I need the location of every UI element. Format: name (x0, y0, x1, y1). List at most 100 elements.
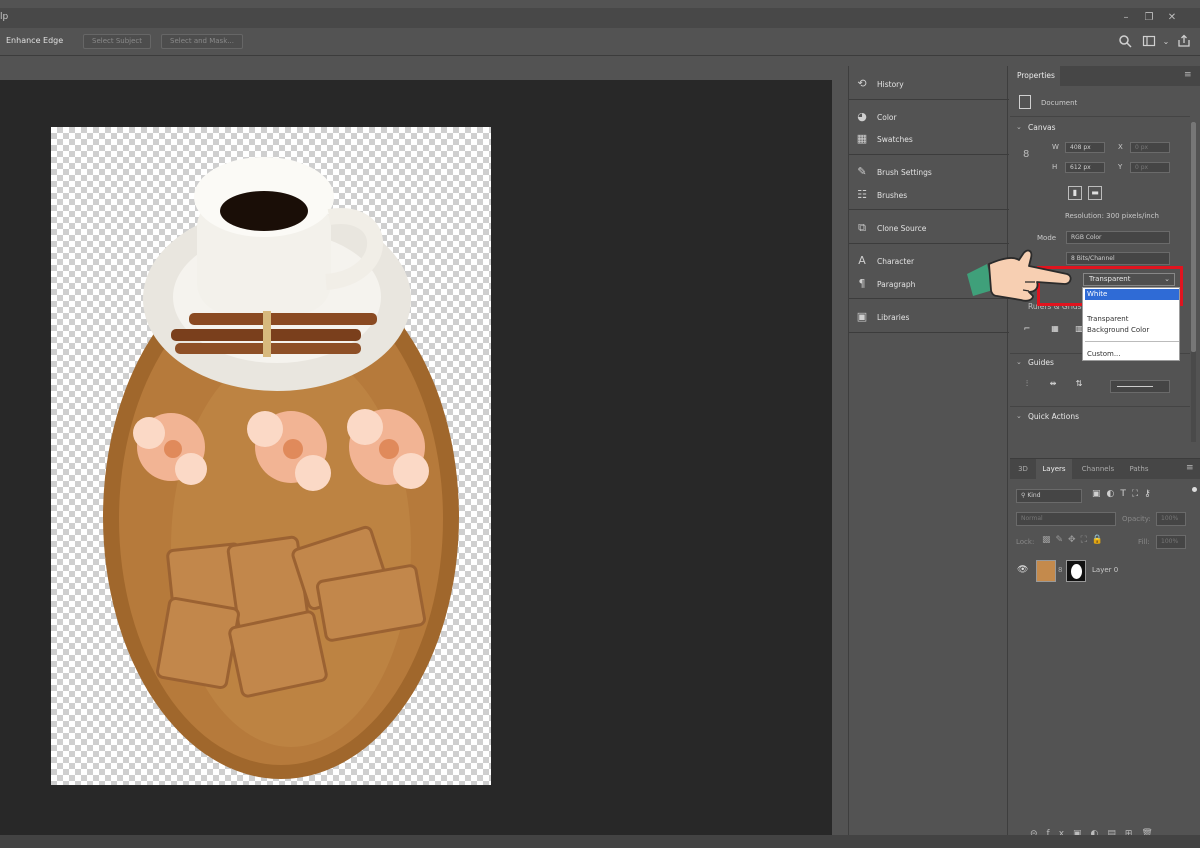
link-icon[interactable]: 8 (1023, 149, 1029, 160)
properties-scrollbar[interactable] (1191, 122, 1196, 442)
dock-item-swatches[interactable]: ▦ Swatches (855, 129, 1005, 149)
enhance-edge-checkbox-label[interactable]: Enhance Edge (6, 36, 63, 45)
tab-properties[interactable]: Properties (1010, 66, 1060, 86)
share-icon[interactable] (1176, 34, 1192, 50)
close-icon[interactable]: ✕ (1164, 11, 1180, 24)
brushes-icon: ☷ (857, 188, 867, 201)
height-field[interactable]: 612 px (1065, 162, 1105, 173)
mask-link-icon[interactable]: 8 (1058, 566, 1062, 574)
guide-spacing-icon[interactable]: ⇅ (1072, 378, 1086, 392)
tab-channels[interactable]: Channels (1076, 459, 1120, 479)
portrait-orientation-icon[interactable]: ▮ (1068, 186, 1082, 200)
divider (1010, 116, 1190, 117)
search-icon[interactable] (1117, 34, 1133, 50)
lock-label: Lock: (1016, 538, 1035, 546)
divider (1010, 406, 1190, 407)
select-and-mask-button[interactable]: Select and Mask... (161, 34, 243, 49)
mask-shape (1071, 564, 1082, 579)
panel-dock: ⟲ History ◕ Color ▦ Swatches ✎ Brush Setting… (848, 66, 1009, 848)
chevron-down-icon[interactable]: ⌄ (1016, 412, 1022, 420)
y-label: Y (1118, 163, 1123, 171)
chevron-down-icon[interactable]: ⌄ (1016, 123, 1022, 131)
opacity-label: Opacity: (1122, 515, 1151, 523)
swatches-icon: ▦ (856, 132, 868, 145)
quick-actions-section-title[interactable]: Quick Actions (1028, 412, 1079, 421)
line-style-preview (1117, 386, 1153, 387)
select-subject-button[interactable]: Select Subject (83, 34, 151, 49)
document-icon (1019, 95, 1031, 109)
dock-item-history[interactable]: ⟲ History (855, 74, 1005, 94)
tab-paths[interactable]: Paths (1122, 459, 1156, 479)
layer-name[interactable]: Layer 0 (1092, 566, 1118, 574)
y-field[interactable]: 0 px (1130, 162, 1170, 173)
menu-item-background-color[interactable]: Background Color (1085, 325, 1179, 336)
dock-item-clone-source[interactable]: ⧉ Clone Source (855, 218, 1005, 238)
layers-panel: 3D Layers Channels Paths ≡ ⚲ Kind ▣◐T⛶⚷ … (1010, 458, 1200, 848)
minimize-icon[interactable]: – (1118, 11, 1134, 24)
pointing-hand-icon (967, 249, 1072, 302)
mode-label: Mode (1037, 234, 1057, 242)
x-label: X (1118, 143, 1123, 151)
opacity-field[interactable]: 100% (1156, 512, 1186, 526)
layer-row[interactable]: 👁 8 Layer 0 (1010, 558, 1200, 584)
layer-filter-icons[interactable]: ▣◐T⛶⚷ (1092, 489, 1157, 499)
document-label: Document (1041, 99, 1078, 107)
lock-icons[interactable]: ▩✎✥⛶🔒 (1042, 535, 1108, 545)
mode-select[interactable]: RGB Color (1066, 231, 1170, 244)
panel-menu-icon[interactable]: ≡ (1186, 463, 1194, 473)
distribute-guides-icon[interactable]: ⫶ (1020, 378, 1034, 392)
dock-divider (849, 154, 1009, 155)
dock-divider (849, 209, 1009, 210)
guide-line-style-select[interactable] (1110, 380, 1170, 393)
align-guides-icon[interactable]: ⇹ (1046, 378, 1060, 392)
dock-divider (849, 332, 1009, 333)
fill-field[interactable]: 100% (1156, 535, 1186, 549)
menu-item-transparent[interactable]: Transparent (1085, 314, 1179, 325)
properties-tabbar: Properties ≡ (1010, 66, 1200, 86)
blend-mode-select[interactable]: Normal (1016, 512, 1116, 526)
dock-item-color[interactable]: ◕ Color (855, 107, 1005, 127)
title-bar: lp – ❐ ✕ (0, 8, 1200, 28)
layers-tabbar: 3D Layers Channels Paths ≡ (1010, 459, 1200, 479)
workspace-icon[interactable] (1141, 34, 1157, 50)
status-bar (0, 835, 1200, 848)
grid-icon[interactable]: ▦ (1048, 323, 1062, 337)
tab-3d[interactable]: 3D (1012, 459, 1034, 479)
chevron-down-icon[interactable]: ⌄ (1016, 358, 1022, 366)
history-icon: ⟲ (857, 77, 867, 90)
height-label: H (1052, 163, 1058, 171)
character-icon: A (858, 254, 866, 267)
brush-settings-icon: ✎ (857, 165, 867, 178)
dock-item-libraries[interactable]: ▣ Libraries (855, 307, 1005, 327)
filter-toggle-icon[interactable] (1192, 487, 1197, 492)
x-field[interactable]: 0 px (1130, 142, 1170, 153)
bit-depth-select[interactable]: 8 Bits/Channel (1066, 252, 1170, 265)
layer-filter-select[interactable]: ⚲ Kind (1016, 489, 1082, 503)
color-icon: ◕ (857, 110, 867, 123)
menu-fragment[interactable]: lp (0, 12, 8, 22)
clone-source-icon: ⧉ (858, 221, 866, 234)
dock-item-brushes[interactable]: ☷ Brushes (855, 185, 1005, 205)
eye-visibility-icon[interactable]: 👁 (1017, 565, 1028, 575)
fill-label: Fill: (1138, 538, 1150, 546)
background-options-menu[interactable]: White Transparent Background Color Custo… (1082, 287, 1180, 361)
document-canvas[interactable] (51, 127, 491, 785)
restore-icon[interactable]: ❐ (1141, 11, 1157, 24)
canvas-section-title[interactable]: Canvas (1028, 123, 1056, 132)
paragraph-icon: ¶ (858, 277, 866, 290)
chevron-down-icon[interactable]: ⌄ (1158, 34, 1174, 50)
rulers-icon[interactable]: ⌐ (1020, 323, 1034, 337)
landscape-orientation-icon[interactable]: ▬ (1088, 186, 1102, 200)
layer-thumbnail[interactable] (1036, 560, 1056, 582)
layer-mask-thumbnail[interactable] (1066, 560, 1086, 582)
menu-divider (1085, 341, 1179, 342)
tab-layers[interactable]: Layers (1036, 459, 1072, 479)
dock-item-brush-settings[interactable]: ✎ Brush Settings (855, 162, 1005, 182)
scrollbar-thumb[interactable] (1191, 122, 1196, 352)
libraries-icon: ▣ (856, 310, 868, 323)
guides-section-title[interactable]: Guides (1028, 358, 1054, 367)
panel-menu-icon[interactable]: ≡ (1184, 70, 1192, 80)
width-field[interactable]: 408 px (1065, 142, 1105, 153)
menu-item-white[interactable]: White (1085, 289, 1179, 300)
menu-item-custom[interactable]: Custom... (1085, 349, 1179, 360)
